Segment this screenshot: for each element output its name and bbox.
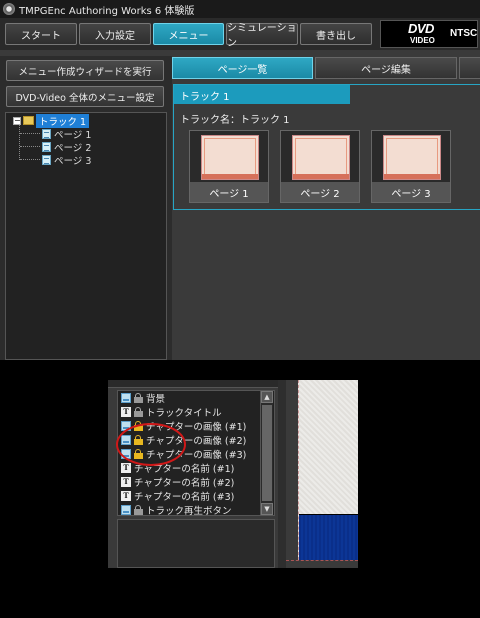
track-tree: − トラック 1 ページ 1 ページ 2 ページ 3	[5, 112, 167, 360]
lock-icon[interactable]	[134, 393, 143, 403]
tree-connector	[20, 146, 40, 147]
page-thumbnail[interactable]: ページ 1	[189, 130, 269, 203]
preview-blue-band	[299, 514, 358, 560]
dvd-logo: DVD	[408, 21, 434, 36]
tab-page-list[interactable]: ページ一覧	[172, 57, 313, 79]
tree-connector	[20, 133, 40, 134]
layer-item-label: チャプターの名前 (#2)	[134, 478, 235, 489]
image-layer-icon	[121, 505, 131, 515]
page-thumbnail[interactable]: ページ 2	[280, 130, 360, 203]
dvd-video-label: VIDEO	[410, 36, 435, 45]
folder-icon	[23, 116, 34, 125]
left-panel: メニュー作成ウィザードを実行 DVD-Video 全体のメニュー設定 − トラッ…	[0, 56, 172, 360]
main-toolbar: スタート 入力設定 メニュー シミュレーション 書き出し DVD VIDEO N…	[0, 18, 480, 50]
text-layer-icon: T	[121, 491, 131, 501]
safe-area-guide	[286, 560, 358, 561]
tree-item-page-1[interactable]: ページ 1	[20, 127, 92, 141]
page-icon	[42, 141, 51, 152]
text-layer-icon: T	[121, 463, 131, 473]
tree-connector	[20, 159, 40, 160]
panel-divider[interactable]	[278, 380, 286, 568]
text-layer-icon: T	[121, 477, 131, 487]
page-thumbnail-label: ページ 1	[190, 182, 268, 202]
layer-item-label: トラック再生ボタン	[146, 506, 232, 517]
tree-item-track-1[interactable]: − トラック 1	[13, 113, 90, 128]
track-header: トラック 1	[174, 85, 350, 104]
tab-overflow[interactable]	[459, 57, 480, 79]
start-button[interactable]: スタート	[5, 23, 77, 45]
right-panel: ページ一覧 ページ編集 トラック 1 トラック名：トラック 1 ページ 1 ペー…	[172, 50, 480, 360]
layer-item[interactable]: 背景	[121, 391, 165, 405]
tree-item-label: ページ 3	[54, 155, 92, 167]
menu-preview-area	[286, 380, 358, 568]
input-settings-button[interactable]: 入力設定	[79, 23, 151, 45]
layer-list-scrollbar[interactable]: ▲ ▼	[260, 391, 273, 515]
title-bar: TMPGEnc Authoring Works 6 体験版	[0, 0, 480, 18]
layer-item[interactable]: T チャプターの名前 (#2)	[121, 475, 234, 489]
layer-item-label: 背景	[146, 394, 166, 405]
dvd-video-ntsc-badge: DVD VIDEO NTSC	[380, 20, 478, 48]
tree-item-label: ページ 2	[54, 142, 92, 154]
tree-root-label: トラック 1	[36, 113, 90, 128]
menu-button[interactable]: メニュー	[153, 23, 224, 45]
dvd-menu-settings-button[interactable]: DVD-Video 全体のメニュー設定	[6, 86, 164, 107]
ntsc-label: NTSC	[450, 28, 478, 39]
scroll-up-icon[interactable]: ▲	[261, 391, 273, 403]
tree-item-page-2[interactable]: ページ 2	[20, 140, 92, 154]
lock-icon[interactable]	[134, 407, 143, 417]
app-icon	[3, 3, 15, 15]
page-thumbnail-label: ページ 3	[372, 182, 450, 202]
tree-item-label: ページ 1	[54, 129, 92, 141]
menu-preview-canvas[interactable]	[298, 380, 358, 560]
page-preview-image	[383, 135, 441, 180]
tree-item-page-3[interactable]: ページ 3	[20, 153, 92, 167]
layer-item[interactable]: T トラックタイトル	[121, 405, 222, 419]
page-icon	[42, 154, 51, 165]
write-output-button[interactable]: 書き出し	[300, 23, 372, 45]
simulation-button[interactable]: シミュレーション	[226, 23, 298, 49]
track-name-label: トラック名：トラック 1	[180, 115, 290, 126]
page-preview-image	[292, 135, 350, 180]
scroll-down-icon[interactable]: ▼	[261, 503, 273, 515]
page-preview-image	[201, 135, 259, 180]
collapse-icon[interactable]: −	[13, 116, 21, 125]
app-title: TMPGEnc Authoring Works 6 体験版	[19, 5, 195, 17]
lock-icon[interactable]	[134, 505, 143, 515]
image-layer-icon	[121, 393, 131, 403]
menu-wizard-button[interactable]: メニュー作成ウィザードを実行	[6, 60, 164, 81]
page-icon	[42, 128, 51, 139]
page-thumbnail[interactable]: ページ 3	[371, 130, 451, 203]
layer-item-label: チャプターの名前 (#3)	[134, 492, 235, 503]
layer-item[interactable]: トラック再生ボタン	[121, 503, 232, 517]
page-thumbnail-label: ページ 2	[281, 182, 359, 202]
scrollbar-thumb[interactable]	[262, 405, 272, 501]
layer-panel-crop: ▲ ▼ 背景 T トラックタイトル チャプターの画像 (#1) チャプターの画像 (#2…	[108, 380, 358, 568]
text-layer-icon: T	[121, 407, 131, 417]
red-circle-annotation	[116, 423, 186, 466]
layer-properties-panel	[117, 519, 275, 568]
layer-item-label: トラックタイトル	[146, 408, 222, 419]
layer-panel-header	[108, 380, 278, 388]
track-pages-box: トラック 1 トラック名：トラック 1 ページ 1 ページ 2 ページ 3	[173, 84, 480, 210]
layer-item[interactable]: T チャプターの名前 (#3)	[121, 489, 234, 503]
tab-page-edit[interactable]: ページ編集	[315, 57, 457, 79]
app-window: TMPGEnc Authoring Works 6 体験版 スタート 入力設定 …	[0, 0, 480, 360]
